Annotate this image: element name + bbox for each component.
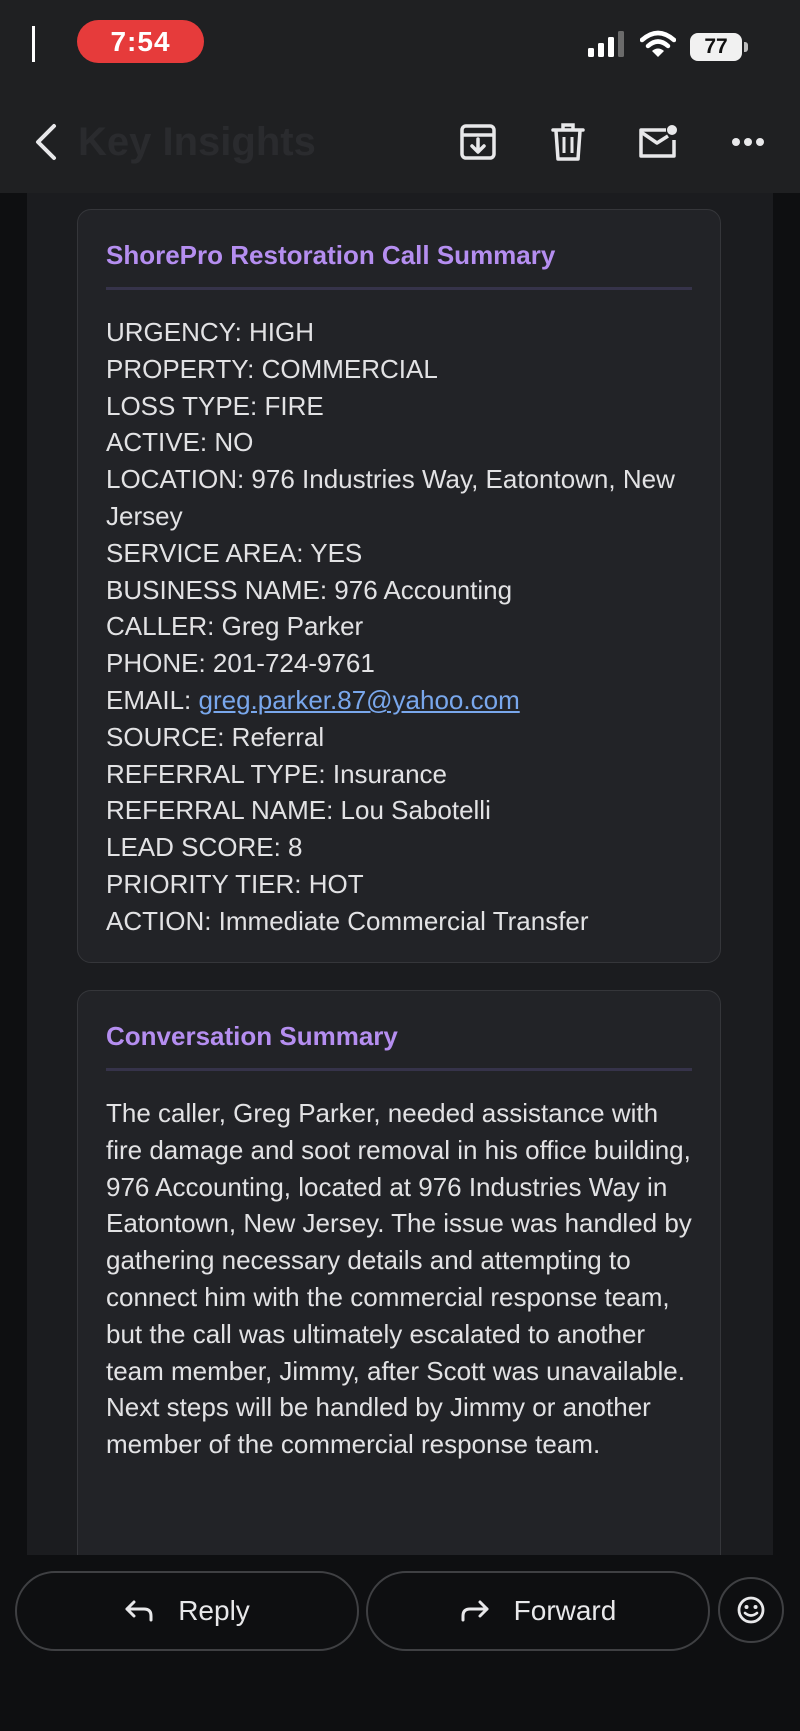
signal-icon — [588, 31, 626, 62]
field-location: LOCATION: 976 Industries Way, Eatontown,… — [106, 464, 675, 531]
email-link[interactable]: greg.parker.87@yahoo.com — [198, 685, 519, 715]
forward-icon — [461, 1600, 489, 1622]
field-loss-type: LOSS TYPE: FIRE — [106, 390, 324, 421]
field-phone: PHONE: 201-724-9761 — [106, 648, 375, 679]
field-service-area: SERVICE AREA: YES — [106, 537, 363, 568]
field-referral-name: REFERRAL NAME: Lou Sabotelli — [106, 795, 491, 826]
field-property: PROPERTY: COMMERCIAL — [106, 353, 438, 384]
forward-button[interactable]: Forward — [366, 1571, 710, 1651]
smiley-icon — [737, 1596, 765, 1624]
bottom-action-bar: Reply Forward — [0, 1555, 800, 1731]
field-lead-score: LEAD SCORE: 8 — [106, 832, 303, 863]
reply-label: Reply — [178, 1595, 250, 1626]
field-active: ACTIVE: NO — [106, 427, 254, 458]
more-icon — [732, 138, 764, 146]
call-summary-card: ShorePro Restoration Call Summary URGENC… — [77, 209, 721, 963]
field-business-name: BUSINESS NAME: 976 Accounting — [106, 574, 513, 605]
conversation-summary-text: The caller, Greg Parker, needed assistan… — [106, 1098, 692, 1460]
delete-button[interactable] — [546, 120, 590, 164]
field-email: EMAIL: greg.parker.87@yahoo.com — [106, 682, 692, 719]
more-options-button[interactable] — [726, 120, 770, 164]
back-arrow-icon — [36, 124, 56, 160]
battery-icon: 77 — [690, 32, 748, 61]
status-bar: 7:54 77 — [0, 0, 800, 90]
archive-button[interactable] — [456, 120, 500, 164]
status-icons: 77 — [588, 30, 748, 63]
field-action: ACTION: Immediate Commercial Transfer — [106, 905, 589, 936]
call-summary-fields: URGENCY: HIGH PROPERTY: COMMERCIAL LOSS … — [106, 314, 692, 940]
mark-unread-button[interactable] — [636, 120, 680, 164]
field-referral-type: REFERRAL TYPE: Insurance — [106, 758, 448, 789]
trash-icon — [551, 123, 585, 161]
email-label: EMAIL: — [106, 684, 199, 715]
email-toolbar: Key Insights — [0, 90, 800, 193]
call-summary-title: ShorePro Restoration Call Summary — [106, 240, 692, 290]
page-title: Key Insights — [78, 120, 316, 164]
field-source: SOURCE: Referral — [106, 721, 325, 752]
back-button[interactable] — [24, 118, 68, 166]
forward-label: Forward — [513, 1595, 617, 1626]
mark-unread-icon — [639, 125, 677, 158]
text-cursor — [32, 26, 35, 62]
conversation-summary-body: The caller, Greg Parker, needed assistan… — [106, 1095, 692, 1463]
archive-icon — [460, 124, 496, 160]
field-caller: CALLER: Greg Parker — [106, 611, 364, 642]
conversation-summary-title: Conversation Summary — [106, 1021, 692, 1071]
field-priority-tier: PRIORITY TIER: HOT — [106, 868, 364, 899]
status-time: 7:54 — [77, 20, 204, 63]
reply-button[interactable]: Reply — [15, 1571, 359, 1651]
conversation-summary-card: Conversation Summary The caller, Greg Pa… — [77, 990, 721, 1555]
reply-icon — [125, 1600, 153, 1622]
wifi-icon — [639, 30, 677, 63]
emoji-reaction-button[interactable] — [718, 1577, 784, 1643]
email-body: ShorePro Restoration Call Summary URGENC… — [27, 193, 773, 1555]
field-urgency: URGENCY: HIGH — [106, 317, 315, 347]
